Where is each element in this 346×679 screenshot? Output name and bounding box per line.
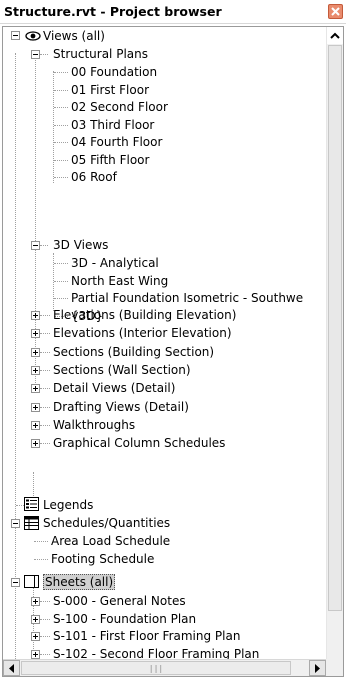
tree-node-label: Views (all) (43, 29, 105, 43)
tree-node-schedule[interactable]: Footing Schedule (51, 550, 154, 568)
tree-node-label: 03 Third Floor (71, 117, 155, 132)
tree-node-plan-view[interactable]: 04 Fourth Floor (71, 133, 162, 151)
project-tree: Views (all) Structural Plans 00 Foundati… (3, 27, 323, 661)
tree-node-schedules[interactable]: Schedules/Quantities (43, 514, 170, 532)
tree-node-label: 06 Roof (71, 170, 117, 184)
tree-node-label: Drafting Views (Detail) (53, 399, 189, 414)
vertical-scrollbar[interactable] (326, 27, 343, 661)
tree-node-label: Walkthroughs (53, 417, 136, 432)
tree-node-label: S-000 - General Notes (53, 594, 186, 608)
tree-node-label: Structural Plans (53, 47, 148, 61)
tree-node-label: Partial Foundation Isometric - Southwe (71, 291, 304, 305)
scroll-left-arrow-icon (9, 664, 14, 673)
eye-icon (25, 31, 41, 41)
tree-node-plan-view[interactable]: 05 Fifth Floor (71, 151, 149, 169)
tree-node-3d-view[interactable]: North East Wing (71, 272, 168, 290)
scroll-right-button[interactable] (309, 660, 326, 676)
tree-node-label: Sections (Building Section) (53, 344, 215, 359)
tree-node-label: 02 Second Floor (71, 100, 168, 114)
project-browser-panel: Views (all) Structural Plans 00 Foundati… (2, 26, 344, 677)
tree-node-label: 01 First Floor (71, 82, 150, 97)
expand-toggle[interactable] (31, 439, 40, 449)
tree-node-plan-view[interactable]: 00 Foundation (71, 63, 157, 81)
tree-node-view-group[interactable]: Elevations (Interior Elevation) (53, 324, 232, 342)
sheets-collapse-toggle[interactable] (11, 578, 20, 587)
schedule-table-icon (24, 516, 39, 530)
tree-node-schedule[interactable]: Area Load Schedule (51, 532, 170, 550)
tree-node-structural-plans[interactable]: Structural Plans (53, 45, 148, 63)
expand-toggle[interactable] (31, 384, 40, 394)
structural-plans-collapse-toggle[interactable] (31, 50, 40, 59)
tree-node-3d-view[interactable]: 3D - Analytical (71, 254, 159, 272)
tree-node-view-group[interactable]: Elevations (Building Elevation) (53, 306, 236, 324)
tree-node-label: North East Wing (71, 273, 169, 288)
tree-node-label: 04 Fourth Floor (71, 135, 163, 149)
expand-toggle[interactable] (31, 649, 40, 659)
scroll-grip-icon: ||| (148, 664, 164, 673)
tree-node-label: Graphical Column Schedules (53, 436, 226, 451)
scrollbar-corner (326, 659, 343, 676)
tree-node-label: Schedules/Quantities (43, 516, 171, 530)
expand-toggle[interactable] (31, 329, 40, 339)
tree-node-label: S-101 - First Floor Framing Plan (53, 629, 241, 644)
expand-toggle[interactable] (31, 347, 40, 357)
tree-node-plan-view[interactable]: 03 Third Floor (71, 116, 154, 134)
sheet-icon (24, 575, 39, 588)
tree-node-3d-view[interactable]: Partial Foundation Isometric - Southwe (71, 289, 303, 307)
3d-views-collapse-toggle[interactable] (31, 241, 40, 250)
tree-node-sheet[interactable]: S-100 - Foundation Plan (53, 610, 196, 628)
horizontal-scroll-thumb[interactable]: ||| (21, 661, 291, 675)
tree-node-label: 05 Fifth Floor (71, 152, 150, 167)
scroll-up-arrow-icon (330, 32, 340, 39)
tree-node-view-group[interactable]: Drafting Views (Detail) (53, 398, 189, 416)
tree-node-label: Sheets (all) (43, 574, 116, 590)
tree-node-3d-views[interactable]: 3D Views (53, 236, 108, 254)
tree-node-sheet[interactable]: S-000 - General Notes (53, 592, 186, 610)
tree-node-label: 3D - Analytical (71, 256, 159, 270)
tree-node-label: Sections (Wall Section) (53, 362, 191, 377)
legends-icon (24, 497, 39, 511)
tree-node-sheets[interactable]: Sheets (all) (43, 573, 116, 591)
tree-node-sheet[interactable]: S-101 - First Floor Framing Plan (53, 627, 240, 645)
tree-node-label: Footing Schedule (51, 552, 155, 566)
tree-node-label: Detail Views (Detail) (53, 381, 176, 396)
vertical-scroll-thumb[interactable] (328, 45, 342, 611)
tree-node-plan-view[interactable]: 02 Second Floor (71, 98, 168, 116)
scroll-up-button[interactable] (327, 27, 343, 44)
tree-node-label: 00 Foundation (71, 65, 158, 79)
tree-node-label: Area Load Schedule (51, 534, 171, 548)
tree-node-view-group[interactable]: Walkthroughs (53, 416, 135, 434)
views-collapse-toggle[interactable] (11, 31, 20, 40)
expand-toggle[interactable] (31, 311, 40, 320)
tree-node-legends[interactable]: Legends (43, 496, 93, 514)
tree-node-label: S-100 - Foundation Plan (53, 611, 197, 626)
tree-node-label: 3D Views (53, 238, 109, 252)
tree-node-plan-view[interactable]: 01 First Floor (71, 81, 149, 99)
expand-toggle[interactable] (31, 632, 40, 642)
tree-node-label: Legends (43, 498, 94, 512)
window-title: Structure.rvt - Project browser (4, 4, 222, 19)
tree-node-view-group[interactable]: Sections (Wall Section) (53, 361, 191, 379)
close-icon (331, 7, 340, 16)
tree-node-view-group[interactable]: Graphical Column Schedules (53, 434, 225, 452)
horizontal-scrollbar[interactable]: ||| (3, 659, 343, 676)
tree-node-label: Elevations (Building Elevation) (53, 308, 237, 322)
tree-node-view-group[interactable]: Detail Views (Detail) (53, 379, 175, 397)
expand-toggle[interactable] (31, 597, 40, 606)
close-button[interactable] (328, 4, 343, 19)
scroll-left-button[interactable] (3, 660, 20, 676)
title-bar: Structure.rvt - Project browser (0, 0, 346, 24)
expand-toggle[interactable] (31, 420, 40, 430)
tree-node-label: Elevations (Interior Elevation) (53, 326, 232, 341)
tree-node-view-group[interactable]: Sections (Building Section) (53, 343, 214, 361)
tree-node-views[interactable]: Views (all) (43, 27, 105, 45)
scroll-right-arrow-icon (315, 664, 320, 673)
expand-toggle[interactable] (31, 402, 40, 412)
expand-toggle[interactable] (31, 365, 40, 375)
tree-node-plan-view[interactable]: 06 Roof (71, 168, 117, 186)
expand-toggle[interactable] (31, 614, 40, 624)
schedules-collapse-toggle[interactable] (11, 519, 20, 528)
